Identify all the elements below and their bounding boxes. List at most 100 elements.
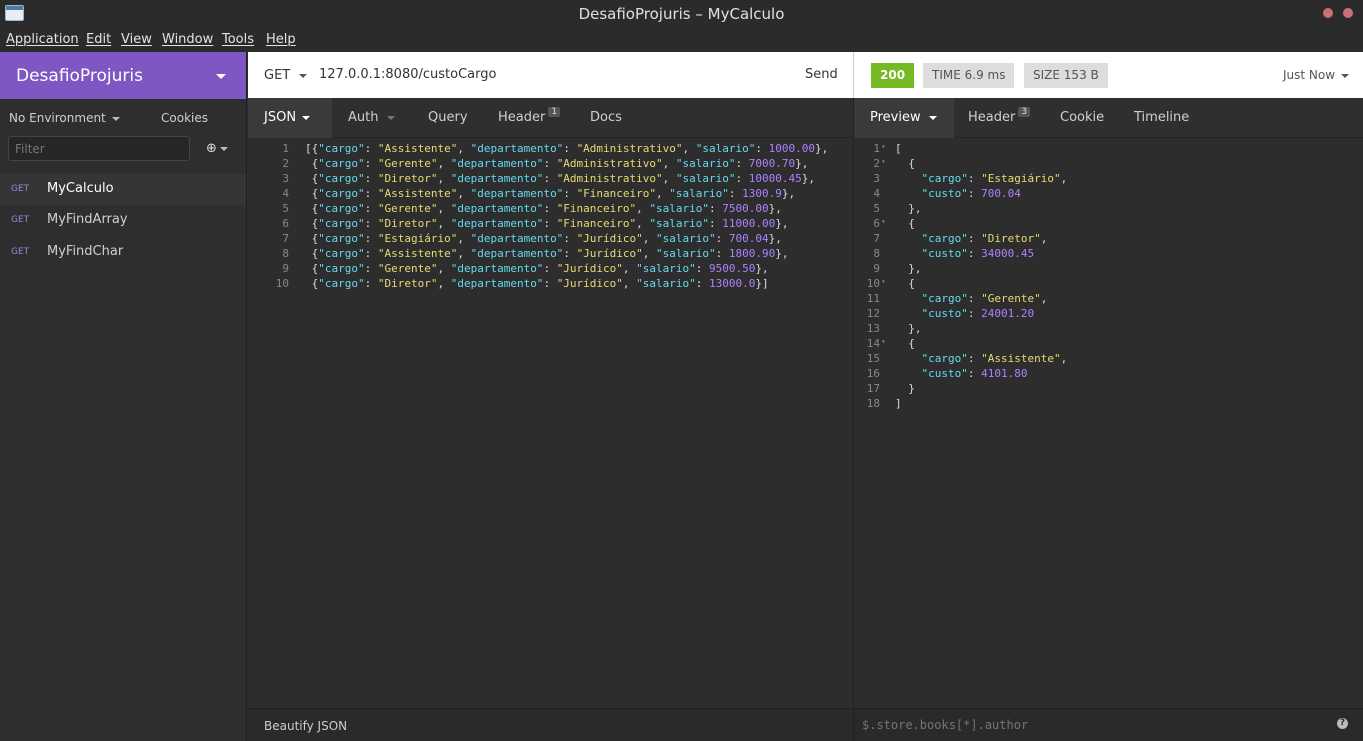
send-button[interactable]: Send	[805, 67, 838, 82]
menu-application[interactable]: Application	[6, 32, 79, 47]
tab-response-header[interactable]: Header 3	[968, 98, 1031, 138]
add-request-button[interactable]: ⊕	[206, 141, 228, 156]
size-value: 153 B	[1063, 68, 1099, 82]
environment-label: No Environment	[9, 111, 106, 125]
menu-edit[interactable]: Edit	[86, 32, 111, 47]
plus-circle-icon: ⊕	[206, 141, 217, 156]
line-number: 1	[873, 142, 880, 155]
code-line: {	[895, 157, 915, 170]
code-line: ]	[895, 397, 902, 410]
workspace-dropdown[interactable]: DesafioProjuris	[0, 52, 246, 99]
fold-arrow-icon[interactable]: ▾	[881, 337, 886, 346]
menu-tools[interactable]: Tools	[222, 32, 254, 47]
fold-arrow-icon[interactable]: ▾	[881, 157, 886, 166]
code-line: }	[895, 382, 915, 395]
request-item-mycalculo[interactable]: GET MyCalculo	[0, 174, 246, 205]
request-item-myfindarray[interactable]: GET MyFindArray	[0, 205, 246, 236]
line-number: 8	[873, 247, 880, 260]
code-line: {"cargo": "Diretor", "departamento": "Ad…	[305, 172, 815, 185]
tab-auth[interactable]: Auth	[348, 98, 396, 138]
request-footer: Beautify JSON	[248, 708, 853, 741]
line-number: 8	[282, 247, 289, 260]
line-number: 3	[873, 172, 880, 185]
code-line: "cargo": "Assistente",	[921, 352, 1068, 365]
help-icon[interactable]: ?	[1337, 718, 1348, 729]
line-number: 10	[866, 277, 880, 290]
line-number: 6	[282, 217, 289, 230]
time-badge: TIME 6.9 ms	[923, 63, 1015, 88]
chevron-down-icon	[302, 115, 311, 120]
chevron-down-icon	[387, 115, 396, 120]
method-selector[interactable]: GET	[264, 68, 308, 83]
close-button[interactable]	[1343, 8, 1353, 18]
code-line: "cargo": "Diretor",	[921, 232, 1048, 245]
url-input[interactable]: 127.0.0.1:8080/custoCargo	[319, 67, 496, 82]
line-number: 6	[873, 217, 880, 230]
environment-row: No Environment Cookies	[0, 99, 246, 135]
line-number: 2	[282, 157, 289, 170]
request-name: MyCalculo	[47, 181, 114, 196]
code-line: {"cargo": "Diretor", "departamento": "Ju…	[305, 277, 769, 290]
response-footer: ?	[854, 708, 1363, 741]
fold-arrow-icon[interactable]: ▾	[881, 217, 886, 226]
tab-label: Header	[498, 110, 546, 125]
code-line: {"cargo": "Gerente", "departamento": "Ad…	[305, 157, 809, 170]
code-line: "custo": 24001.20	[921, 307, 1035, 320]
header-count-badge: 1	[548, 107, 561, 117]
tab-label: Auth	[348, 110, 379, 125]
chevron-down-icon	[928, 115, 937, 120]
chevron-down-icon	[219, 146, 228, 151]
code-line: {"cargo": "Gerente", "departamento": "Ju…	[305, 262, 769, 275]
code-line: {	[895, 277, 915, 290]
code-line: "custo": 700.04	[921, 187, 1021, 200]
response-status-bar: 200 TIME 6.9 ms SIZE 153 B Just Now	[853, 52, 1363, 98]
request-tabs: JSON Auth Query Header 1 Docs	[248, 98, 853, 138]
code-line: [{"cargo": "Assistente", "departamento":…	[305, 142, 829, 155]
line-number: 4	[873, 187, 880, 200]
code-line: },	[895, 262, 922, 275]
line-number: 3	[282, 172, 289, 185]
menu-window[interactable]: Window	[162, 32, 213, 47]
tab-query[interactable]: Query	[428, 98, 468, 138]
response-filter-input[interactable]	[862, 714, 1322, 736]
code-line: {"cargo": "Assistente", "departamento": …	[305, 247, 789, 260]
chevron-down-icon	[111, 116, 120, 121]
line-number: 1	[282, 142, 289, 155]
tab-preview[interactable]: Preview	[854, 98, 954, 138]
line-number: 4	[282, 187, 289, 200]
status-badge: 200	[871, 63, 915, 88]
tab-json[interactable]: JSON	[248, 98, 332, 138]
line-number: 18	[866, 397, 880, 410]
request-item-myfindchar[interactable]: GET MyFindChar	[0, 237, 246, 268]
history-label: Just Now	[1283, 68, 1336, 82]
line-number: 9	[873, 262, 880, 275]
request-method: GET	[11, 184, 30, 194]
tab-label: Preview	[870, 110, 921, 125]
line-number: 5	[873, 202, 880, 215]
size-badge: SIZE 153 B	[1024, 63, 1108, 88]
tab-header[interactable]: Header 1	[498, 98, 561, 138]
minimize-button[interactable]	[1323, 8, 1333, 18]
history-dropdown[interactable]: Just Now	[1283, 68, 1350, 82]
response-tabs: Preview Header 3 Cookie Timeline	[854, 98, 1363, 138]
beautify-json-button[interactable]: Beautify JSON	[264, 719, 347, 733]
cookies-button[interactable]: Cookies	[161, 111, 208, 125]
size-label: SIZE	[1033, 68, 1060, 82]
tab-label: Header	[968, 110, 1016, 125]
code-line: "cargo": "Estagiário",	[921, 172, 1068, 185]
menu-help[interactable]: Help	[266, 32, 296, 47]
menu-view[interactable]: View	[121, 32, 152, 47]
code-line: },	[895, 202, 922, 215]
environment-selector[interactable]: No Environment	[9, 111, 120, 125]
chevron-down-icon	[299, 73, 308, 78]
filter-input[interactable]	[8, 136, 190, 161]
request-body-editor[interactable]: 1 2 3 4 5 6 7 8 9 10 [{"cargo": "Assistente", "de…	[248, 139, 853, 708]
response-preview: 1 2 3 4 5 6 7 8 9 10 11 12 13 14 15 16 17 18 ▾ ▾ ▾ ▾ ▾ [ { "c…	[854, 139, 1363, 708]
tab-docs[interactable]: Docs	[590, 98, 622, 138]
code-line: {"cargo": "Gerente", "departamento": "Fi…	[305, 202, 782, 215]
tab-cookie[interactable]: Cookie	[1060, 98, 1104, 138]
tab-timeline[interactable]: Timeline	[1134, 98, 1189, 138]
fold-arrow-icon[interactable]: ▾	[881, 142, 886, 151]
fold-arrow-icon[interactable]: ▾	[881, 277, 886, 286]
request-name: MyFindArray	[47, 212, 128, 227]
